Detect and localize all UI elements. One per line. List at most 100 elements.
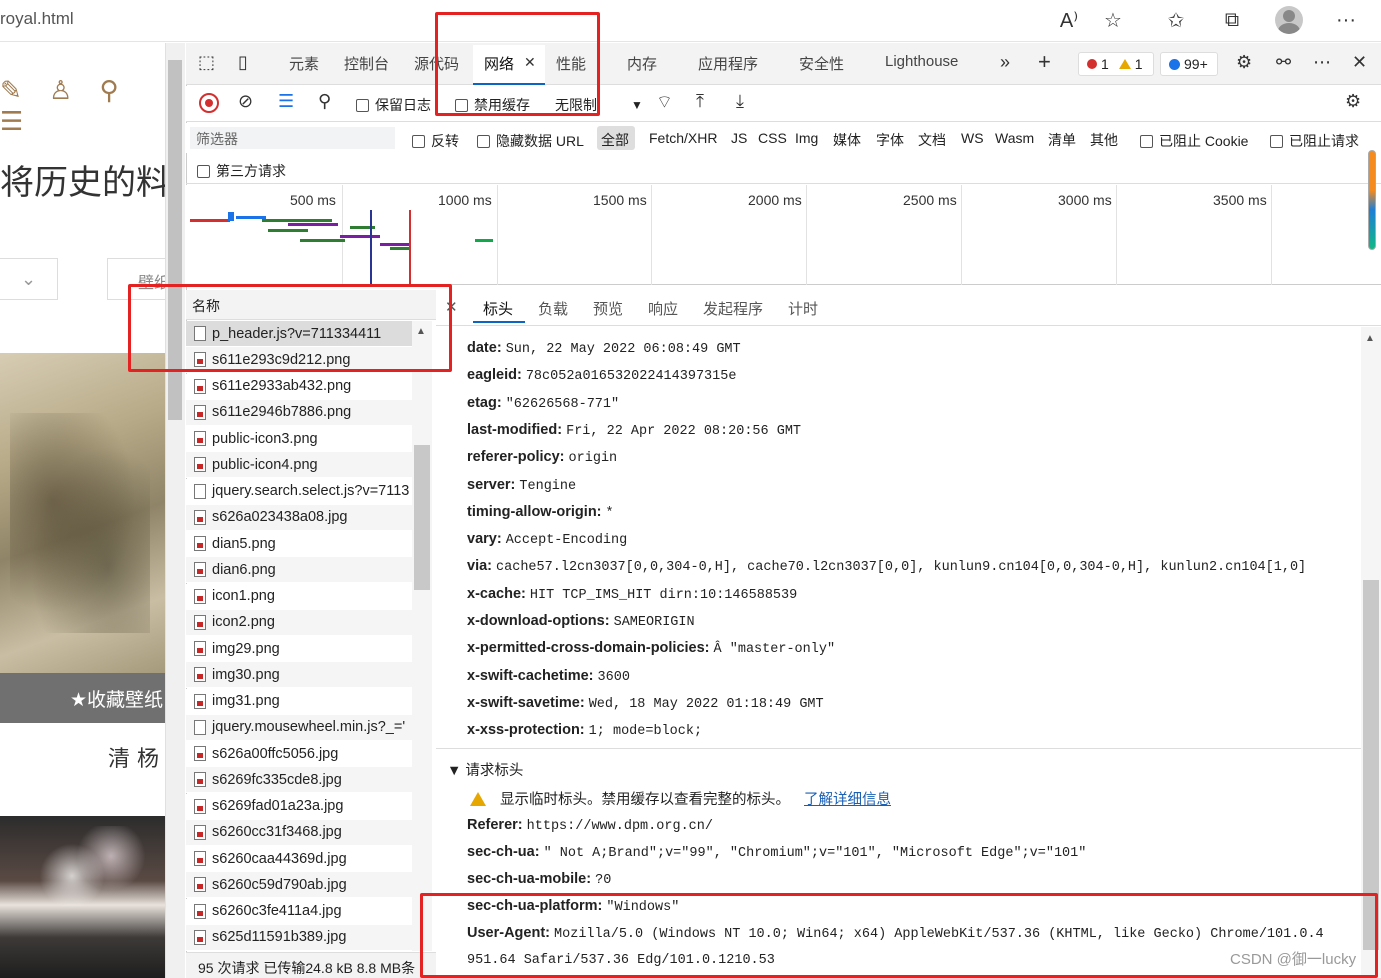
image-file-icon	[194, 667, 206, 683]
request-list-scrollbar-thumb[interactable]	[414, 445, 430, 590]
filter-type-fetch-xhr[interactable]: Fetch/XHR	[649, 130, 717, 146]
more-icon[interactable]: ···	[1332, 6, 1360, 34]
record-icon[interactable]	[199, 93, 219, 113]
request-row[interactable]: s626a00ffc5056.jpg	[186, 741, 412, 767]
request-row[interactable]: s6269fc335cde8.jpg	[186, 767, 412, 794]
request-row[interactable]: s625d11591b389.jpg	[186, 924, 412, 951]
tab-timing[interactable]: 计时	[788, 298, 818, 319]
add-tab-icon[interactable]: +	[1038, 49, 1051, 75]
request-row[interactable]: icon1.png	[186, 583, 412, 610]
request-row[interactable]: s6260cc31f3468.jpg	[186, 819, 412, 846]
preserve-log-checkbox[interactable]: 保留日志	[356, 95, 431, 115]
network-settings-gear-icon[interactable]: ⚙	[1345, 91, 1361, 112]
export-har-icon[interactable]: ⤓	[736, 91, 744, 112]
checkbox-icon[interactable]	[356, 98, 369, 112]
filter-type-wasm[interactable]: Wasm	[995, 130, 1034, 146]
chevron-down-icon[interactable]: ⌄	[0, 258, 58, 300]
network-conditions-icon[interactable]: ⌔	[656, 91, 673, 114]
messages-badge[interactable]: 99+	[1160, 52, 1218, 76]
tab-preview[interactable]: 预览	[593, 298, 623, 319]
add-favorite-icon[interactable]: ☆	[1099, 6, 1127, 34]
filter-type-media[interactable]: 媒体	[833, 130, 861, 150]
request-row[interactable]: s6260c3fe411a4.jpg	[186, 898, 412, 925]
device-emulation-icon[interactable]: ▯	[238, 52, 248, 73]
checkbox-icon[interactable]	[477, 134, 490, 148]
favorites-icon[interactable]: ✩	[1162, 6, 1190, 34]
filter-type-js[interactable]: JS	[731, 130, 747, 146]
overview-scroll-indicator[interactable]	[1368, 150, 1376, 250]
request-list-scrollbar[interactable]	[412, 321, 432, 951]
tab-application[interactable]: 应用程序	[698, 53, 758, 74]
collections-icon[interactable]: ⧉	[1218, 6, 1246, 34]
request-row[interactable]: s626a023438a08.jpg	[186, 504, 412, 531]
tab-payload[interactable]: 负载	[538, 298, 568, 319]
learn-more-link[interactable]: 了解详细信息	[804, 788, 891, 809]
filter-type-css[interactable]: CSS	[758, 130, 787, 146]
tab-elements[interactable]: 元素	[289, 53, 319, 74]
request-row[interactable]: s6260caa44369d.jpg	[186, 846, 412, 872]
request-row[interactable]: img31.png	[186, 688, 412, 715]
filter-type-all[interactable]: 全部	[601, 130, 629, 150]
request-row[interactable]: s6269fad01a23a.jpg	[186, 793, 412, 820]
profile-avatar[interactable]	[1275, 6, 1303, 34]
filter-type-doc[interactable]: 文档	[918, 130, 946, 150]
request-row[interactable]: public-icon4.png	[186, 452, 412, 479]
tab-headers[interactable]: 标头	[483, 298, 513, 319]
request-row[interactable]: dian6.png	[186, 557, 412, 584]
tab-response[interactable]: 响应	[648, 298, 678, 319]
settings-gear-icon[interactable]: ⚙	[1236, 52, 1252, 73]
scroll-up-arrow-icon[interactable]: ▲	[1365, 333, 1375, 344]
clear-icon[interactable]: ⊘	[238, 91, 253, 112]
tab-console[interactable]: 控制台	[344, 53, 389, 74]
request-row[interactable]: icon2.png	[186, 609, 412, 636]
tab-lighthouse[interactable]: Lighthouse	[885, 53, 958, 70]
image-file-icon	[194, 536, 206, 551]
hide-data-urls-checkbox[interactable]: 隐藏数据 URL	[477, 131, 584, 151]
checkbox-icon[interactable]	[412, 134, 425, 148]
filter-type-img[interactable]: Img	[795, 130, 818, 146]
search-icon[interactable]: ⚲	[318, 91, 331, 112]
tab-security[interactable]: 安全性	[799, 53, 844, 74]
inspect-element-icon[interactable]: ⬚	[198, 52, 215, 73]
tab-memory[interactable]: 内存	[627, 53, 657, 74]
request-name: icon1.png	[212, 588, 275, 604]
more-options-icon[interactable]: ⋯	[1313, 52, 1331, 73]
read-aloud-icon[interactable]: A⁾	[1055, 6, 1083, 34]
request-row[interactable]: s611e2933ab432.png	[186, 373, 412, 400]
request-list[interactable]: p_header.js?v=711334411 s611e293c9d212.pn…	[186, 321, 416, 951]
blocked-requests-checkbox[interactable]: 已阻止请求	[1270, 131, 1359, 151]
request-row[interactable]: img29.png	[186, 636, 412, 662]
filter-input[interactable]: 筛选器	[190, 127, 395, 149]
blocked-cookies-checkbox[interactable]: 已阻止 Cookie	[1140, 131, 1248, 151]
customize-icon[interactable]: ⚯	[1276, 52, 1291, 73]
collect-wallpaper-button[interactable]: ★收藏壁纸	[0, 673, 165, 723]
filter-type-manifest[interactable]: 清单	[1048, 130, 1076, 150]
third-party-checkbox[interactable]: 第三方请求	[197, 161, 286, 181]
checkbox-icon[interactable]	[1140, 134, 1153, 148]
request-row[interactable]: s611e2946b7886.png	[186, 399, 412, 426]
invert-checkbox[interactable]: 反转	[412, 131, 459, 151]
filter-icon[interactable]: ☰	[278, 91, 294, 112]
tab-initiator[interactable]: 发起程序	[703, 298, 763, 319]
request-row[interactable]: public-icon3.png	[186, 426, 412, 452]
address-bar-url[interactable]: royal.html	[0, 9, 74, 29]
import-har-icon[interactable]: ⤒	[696, 91, 704, 112]
filter-type-other[interactable]: 其他	[1090, 130, 1118, 150]
request-row[interactable]: s6260c59d790ab.jpg	[186, 872, 412, 899]
more-tabs-icon[interactable]: »	[1000, 52, 1010, 73]
checkbox-icon[interactable]	[1270, 134, 1283, 148]
request-headers-title[interactable]: ▼ 请求标头	[447, 759, 523, 780]
issues-badge[interactable]: 1 1	[1078, 52, 1154, 76]
page-toolbar-icons[interactable]: ✎ ♙ ⚲ ☰	[0, 75, 165, 137]
header-key: x-swift-cachetime:	[467, 667, 594, 684]
header-key: sec-ch-ua:	[467, 844, 540, 860]
request-name: img29.png	[212, 640, 280, 657]
close-devtools-icon[interactable]: ✕	[1352, 52, 1367, 73]
request-row[interactable]: dian5.png	[186, 531, 412, 557]
request-row[interactable]: jquery.search.select.js?v=7113	[186, 478, 412, 505]
filter-type-font[interactable]: 字体	[876, 130, 904, 150]
filter-type-ws[interactable]: WS	[961, 130, 984, 146]
checkbox-icon[interactable]	[197, 164, 210, 178]
request-row[interactable]: jquery.mousewheel.min.js?_='	[186, 714, 412, 741]
request-row[interactable]: img30.png	[186, 662, 412, 689]
